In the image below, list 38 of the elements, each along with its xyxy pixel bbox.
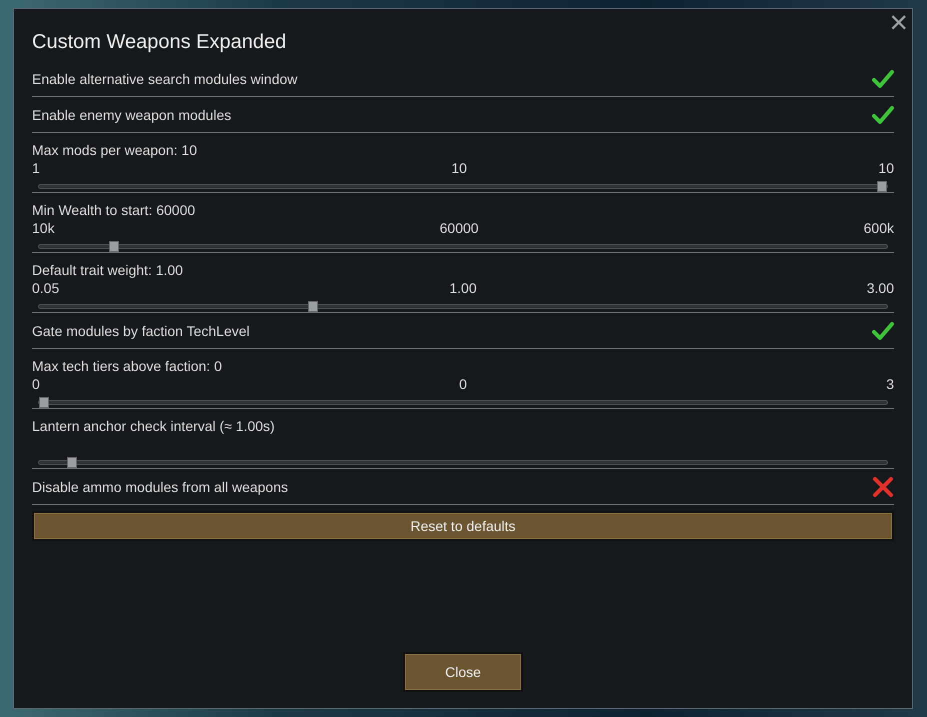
slider-thumb[interactable] — [308, 301, 318, 312]
max-value-label: 3 — [886, 375, 894, 393]
slider-thumb[interactable] — [66, 457, 77, 468]
min-value-label: 0.05 — [32, 279, 60, 297]
cross-icon[interactable] — [872, 476, 894, 496]
current-value-label: 0 — [459, 375, 467, 393]
setting-label: Default trait weight: 1.00 — [32, 261, 184, 279]
slider-track[interactable] — [38, 184, 888, 189]
setting-label: Disable ammo modules from all weapons — [32, 478, 288, 496]
max-value-label: 600k — [864, 219, 894, 237]
min-value-label: 1 — [32, 159, 40, 177]
setting-label: Lantern anchor check interval (≈ 1.00s) — [32, 417, 276, 435]
current-value-label: 10 — [451, 159, 467, 177]
setting-label: Max tech tiers above faction: 0 — [32, 357, 223, 375]
current-value-label: 60000 — [440, 219, 479, 237]
slider-track[interactable] — [38, 460, 888, 465]
setting-label: Max mods per weapon: 10 — [32, 141, 198, 159]
checkmark-icon[interactable] — [872, 104, 894, 124]
checkmark-icon[interactable] — [872, 68, 894, 88]
dialog-title: Custom Weapons Expanded — [32, 30, 288, 55]
max-value-label: 10 — [878, 159, 894, 177]
setting-label: Enable alternative search modules window — [32, 70, 298, 88]
reset-button[interactable]: Reset to defaults — [32, 511, 894, 541]
slider-track[interactable] — [38, 400, 888, 405]
checkmark-icon[interactable] — [872, 320, 894, 340]
slider-track[interactable] — [38, 244, 888, 249]
max-value-label: 3.00 — [866, 279, 894, 297]
min-value-label: 0 — [32, 375, 40, 393]
setting-label: Enable enemy weapon modules — [32, 106, 232, 124]
setting-label: Gate modules by faction TechLevel — [32, 322, 250, 340]
setting-label: Min Wealth to start: 60000 — [32, 201, 196, 219]
slider-thumb[interactable] — [39, 397, 49, 408]
close-button[interactable]: Close — [403, 652, 523, 692]
min-value-label: 10k — [32, 219, 55, 237]
slider-track[interactable] — [38, 304, 888, 309]
slider-thumb[interactable] — [877, 181, 887, 192]
slider-thumb[interactable] — [109, 241, 120, 252]
current-value-label: 1.00 — [449, 279, 477, 297]
